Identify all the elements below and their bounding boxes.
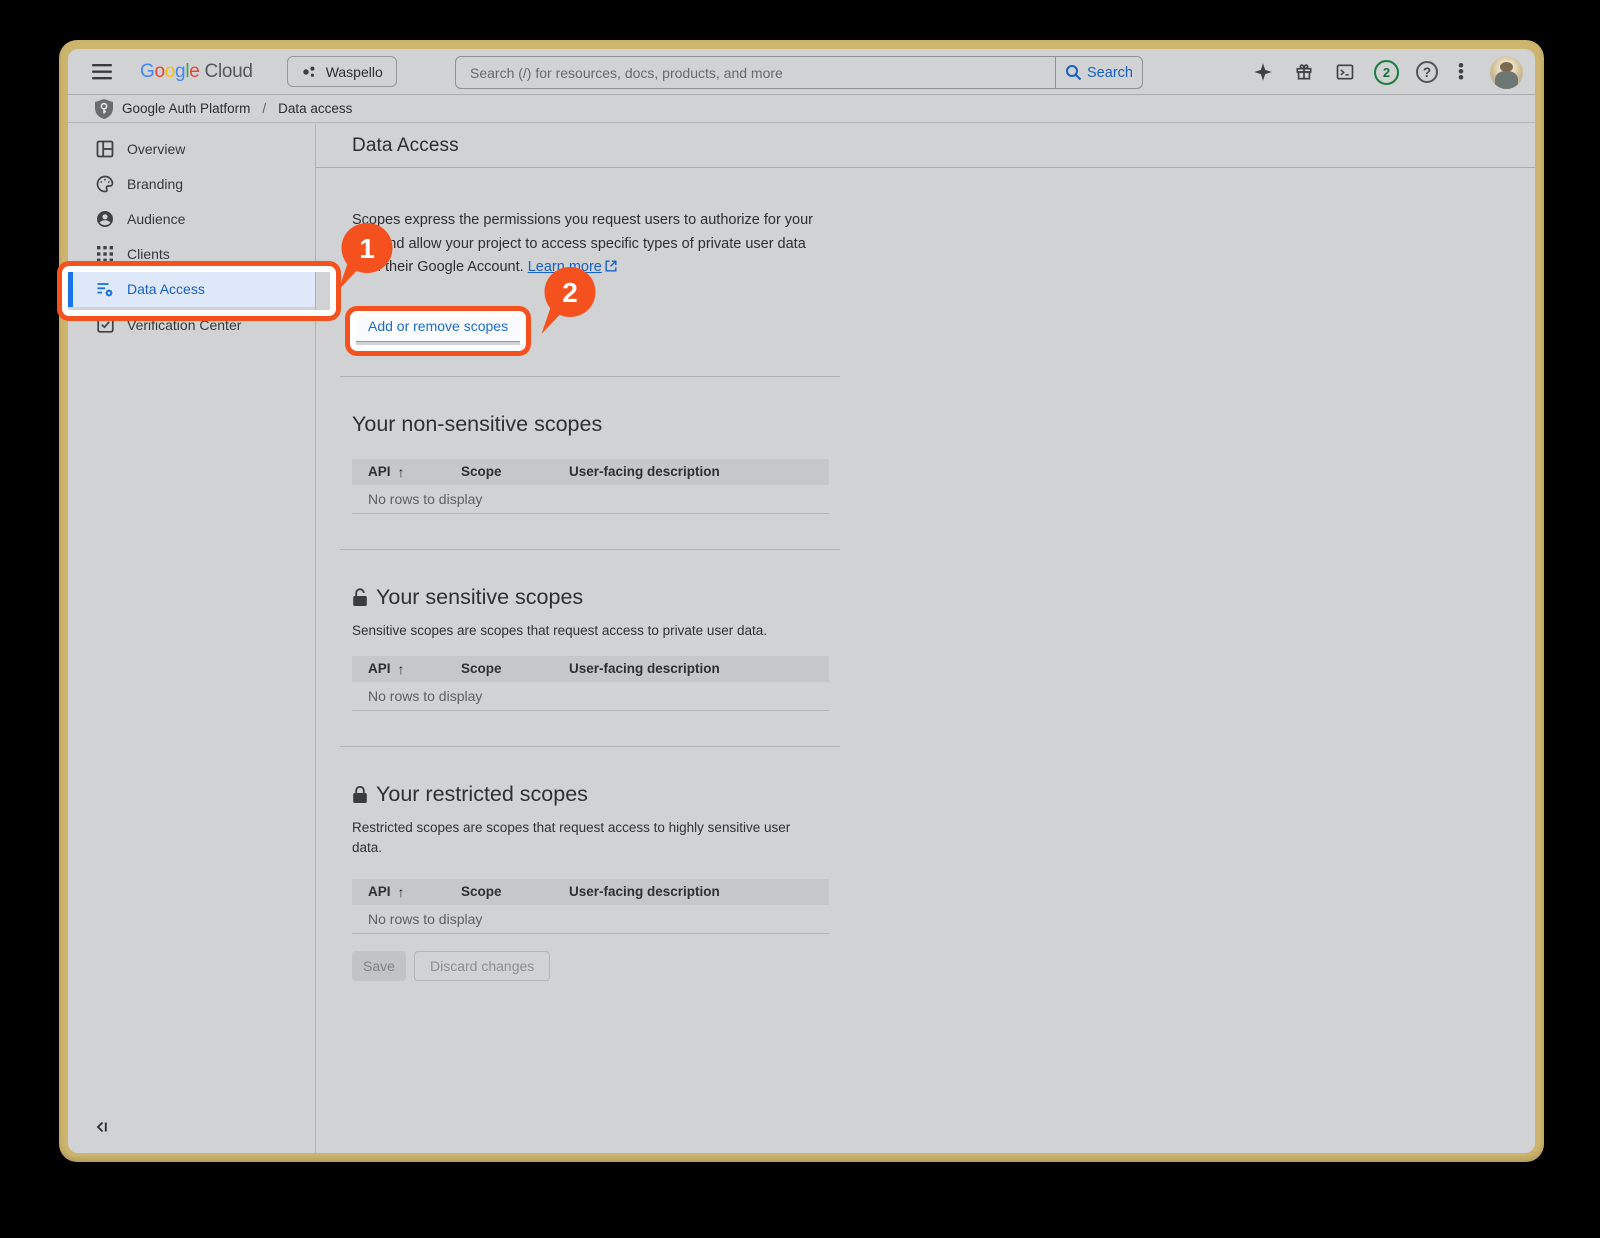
account-avatar[interactable] — [1490, 56, 1523, 89]
project-icon — [301, 64, 317, 80]
breadcrumb-root[interactable]: Google Auth Platform — [122, 101, 250, 116]
add-or-remove-scopes-button[interactable]: Add or remove scopes — [352, 310, 524, 342]
sensitive-scopes-table: API↑ Scope User-facing description No ro… — [352, 656, 829, 711]
page-title: Data Access — [352, 135, 459, 157]
restricted-scopes-title: Your restricted scopes — [352, 782, 1535, 807]
table-header-row: API↑ Scope User-facing description — [352, 459, 829, 485]
sidebar-item-label: Clients — [127, 246, 170, 262]
restricted-scopes-table: API↑ Scope User-facing description No ro… — [352, 879, 829, 934]
sort-ascending-icon: ↑ — [398, 884, 405, 900]
table-header-api[interactable]: API↑ — [368, 464, 461, 480]
overview-icon — [96, 140, 114, 158]
browser-window: Google Cloud Waspello Search — [68, 49, 1535, 1153]
non-sensitive-scopes-title: Your non-sensitive scopes — [352, 412, 1535, 437]
table-header-api[interactable]: API↑ — [368, 661, 461, 677]
sort-ascending-icon: ↑ — [398, 661, 405, 677]
branding-palette-icon — [96, 175, 114, 193]
more-options-icon[interactable]: ••• — [1455, 63, 1467, 81]
section-divider — [340, 746, 840, 747]
content-area: Overview Branding Audience — [68, 124, 1535, 1153]
sensitive-scopes-description: Sensitive scopes are scopes that request… — [352, 621, 807, 641]
empty-table-row: No rows to display — [352, 905, 829, 934]
clients-grid-icon — [96, 245, 114, 263]
search-input[interactable] — [456, 57, 1055, 88]
table-header-description[interactable]: User-facing description — [569, 464, 829, 479]
global-search-bar: Search — [455, 56, 1143, 89]
verification-check-icon — [96, 316, 114, 334]
sort-ascending-icon: ↑ — [398, 464, 405, 480]
audience-person-icon — [96, 210, 114, 228]
collapse-sidebar-icon[interactable] — [94, 1119, 112, 1137]
top-bar: Google Cloud Waspello Search — [68, 49, 1535, 95]
table-header-row: API↑ Scope User-facing description — [352, 656, 829, 682]
table-header-scope[interactable]: Scope — [461, 464, 569, 479]
table-header-scope[interactable]: Scope — [461, 884, 569, 899]
sidebar-item-label: Branding — [127, 176, 183, 192]
help-icon[interactable]: ? — [1416, 61, 1438, 83]
section-divider — [340, 376, 840, 377]
cloud-wordmark: Cloud — [205, 61, 253, 83]
notifications-badge[interactable]: 2 — [1374, 60, 1399, 85]
table-header-scope[interactable]: Scope — [461, 661, 569, 676]
save-button[interactable]: Save — [352, 951, 406, 981]
auth-platform-shield-icon — [95, 99, 113, 119]
sidebar-item-verification-center[interactable]: Verification Center — [68, 307, 315, 342]
page-header: Data Access — [316, 124, 1535, 168]
page-body: Scopes express the permissions you reque… — [316, 169, 1535, 1153]
empty-table-row: No rows to display — [352, 485, 829, 514]
table-header-api[interactable]: API↑ — [368, 884, 461, 900]
breadcrumb: Google Auth Platform / Data access — [68, 95, 1535, 123]
desktop-background: { "topbar": { "logo": { "g0":"G","g1":"o… — [0, 0, 1600, 1238]
learn-more-link[interactable]: Learn more — [528, 259, 602, 275]
table-header-row: API↑ Scope User-facing description — [352, 879, 829, 905]
google-cloud-logo[interactable]: Google Cloud — [140, 61, 253, 83]
data-access-icon — [96, 280, 114, 298]
lock-closed-icon — [352, 785, 368, 804]
sidebar-item-audience[interactable]: Audience — [68, 201, 315, 236]
project-selector[interactable]: Waspello — [287, 56, 397, 87]
sidebar-nav: Overview Branding Audience — [68, 124, 316, 1153]
window-frame: Google Cloud Waspello Search — [59, 40, 1544, 1162]
lock-open-icon — [352, 588, 368, 607]
table-header-description[interactable]: User-facing description — [569, 661, 829, 676]
scopes-intro-text: Scopes express the permissions you reque… — [352, 209, 822, 280]
form-actions: Save Discard changes — [352, 951, 1535, 981]
search-button[interactable]: Search — [1055, 57, 1142, 88]
top-bar-actions: 2 ? ••• — [1251, 49, 1523, 95]
discard-changes-button[interactable]: Discard changes — [414, 951, 550, 981]
sidebar-item-label: Audience — [127, 211, 185, 227]
main-panel: Data Access Scopes express the permissio… — [316, 124, 1535, 1153]
table-header-description[interactable]: User-facing description — [569, 884, 829, 899]
breadcrumb-separator: / — [262, 101, 266, 116]
breadcrumb-current: Data access — [278, 101, 352, 116]
non-sensitive-scopes-table: API↑ Scope User-facing description No ro… — [352, 459, 829, 514]
sidebar-item-label: Overview — [127, 141, 185, 157]
sensitive-scopes-title: Your sensitive scopes — [352, 585, 1535, 610]
sidebar-item-label: Data Access — [127, 281, 205, 297]
external-link-icon — [605, 260, 617, 272]
sidebar-item-data-access[interactable]: Data Access — [68, 271, 315, 307]
sidebar-item-clients[interactable]: Clients — [68, 236, 315, 271]
restricted-scopes-description: Restricted scopes are scopes that reques… — [352, 818, 807, 858]
hamburger-menu-icon[interactable] — [90, 60, 114, 84]
empty-table-row: No rows to display — [352, 682, 829, 711]
gemini-sparkle-icon[interactable] — [1251, 60, 1275, 84]
search-icon — [1065, 64, 1082, 81]
section-divider — [340, 549, 840, 550]
sidebar-item-overview[interactable]: Overview — [68, 131, 315, 166]
project-name: Waspello — [326, 64, 383, 80]
cloud-shell-icon[interactable] — [1333, 60, 1357, 84]
sidebar-item-branding[interactable]: Branding — [68, 166, 315, 201]
sidebar-item-label: Verification Center — [127, 317, 241, 333]
gift-icon[interactable] — [1292, 60, 1316, 84]
